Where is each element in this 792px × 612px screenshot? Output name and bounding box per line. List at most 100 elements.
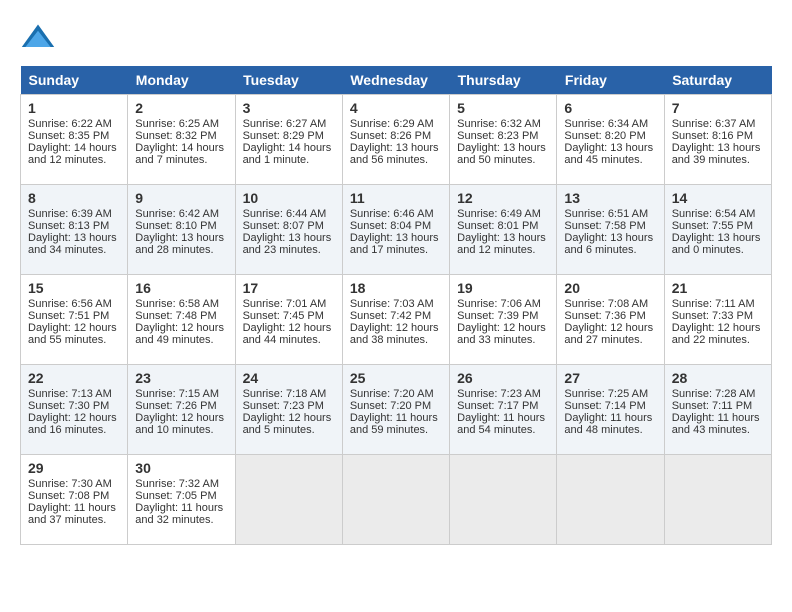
daylight-label: Daylight: 11 hours and 48 minutes. [564, 412, 652, 436]
daylight-label: Daylight: 13 hours and 17 minutes. [350, 232, 439, 256]
sunrise: Sunrise: 7:06 AM [457, 298, 541, 310]
sunset: Sunset: 7:26 PM [135, 400, 216, 412]
calendar-cell: 10Sunrise: 6:44 AMSunset: 8:07 PMDayligh… [235, 185, 342, 275]
sunset: Sunset: 7:42 PM [350, 310, 431, 322]
calendar-cell: 2Sunrise: 6:25 AMSunset: 8:32 PMDaylight… [128, 95, 235, 185]
daylight-label: Daylight: 13 hours and 50 minutes. [457, 142, 546, 166]
daylight-label: Daylight: 12 hours and 55 minutes. [28, 322, 117, 346]
day-number: 14 [672, 190, 764, 206]
week-row: 15Sunrise: 6:56 AMSunset: 7:51 PMDayligh… [21, 275, 772, 365]
sunset: Sunset: 8:04 PM [350, 220, 431, 232]
sunrise: Sunrise: 7:25 AM [564, 388, 648, 400]
calendar-cell: 22Sunrise: 7:13 AMSunset: 7:30 PMDayligh… [21, 365, 128, 455]
calendar-cell: 13Sunrise: 6:51 AMSunset: 7:58 PMDayligh… [557, 185, 664, 275]
sunset: Sunset: 8:13 PM [28, 220, 109, 232]
calendar-cell [235, 455, 342, 545]
sunset: Sunset: 8:35 PM [28, 130, 109, 142]
sunrise: Sunrise: 7:28 AM [672, 388, 756, 400]
daylight-label: Daylight: 11 hours and 37 minutes. [28, 502, 116, 526]
daylight-label: Daylight: 13 hours and 0 minutes. [672, 232, 761, 256]
sunrise: Sunrise: 6:25 AM [135, 118, 219, 130]
calendar-cell: 12Sunrise: 6:49 AMSunset: 8:01 PMDayligh… [450, 185, 557, 275]
sunset: Sunset: 7:30 PM [28, 400, 109, 412]
column-header-monday: Monday [128, 66, 235, 95]
column-header-sunday: Sunday [21, 66, 128, 95]
daylight-label: Daylight: 11 hours and 59 minutes. [350, 412, 438, 436]
sunset: Sunset: 8:07 PM [243, 220, 324, 232]
sunset: Sunset: 7:39 PM [457, 310, 538, 322]
sunset: Sunset: 7:05 PM [135, 490, 216, 502]
calendar-cell: 17Sunrise: 7:01 AMSunset: 7:45 PMDayligh… [235, 275, 342, 365]
sunrise: Sunrise: 7:11 AM [672, 298, 755, 310]
sunrise: Sunrise: 6:39 AM [28, 208, 112, 220]
day-number: 26 [457, 370, 549, 386]
daylight-label: Daylight: 12 hours and 49 minutes. [135, 322, 224, 346]
sunset: Sunset: 7:33 PM [672, 310, 753, 322]
calendar-cell: 6Sunrise: 6:34 AMSunset: 8:20 PMDaylight… [557, 95, 664, 185]
sunset: Sunset: 8:29 PM [243, 130, 324, 142]
sunset: Sunset: 7:08 PM [28, 490, 109, 502]
sunset: Sunset: 7:36 PM [564, 310, 645, 322]
column-headers: SundayMondayTuesdayWednesdayThursdayFrid… [21, 66, 772, 95]
sunset: Sunset: 7:17 PM [457, 400, 538, 412]
sunset: Sunset: 8:01 PM [457, 220, 538, 232]
day-number: 16 [135, 280, 227, 296]
day-number: 29 [28, 460, 120, 476]
day-number: 25 [350, 370, 442, 386]
sunrise: Sunrise: 7:20 AM [350, 388, 434, 400]
sunrise: Sunrise: 7:15 AM [135, 388, 219, 400]
sunrise: Sunrise: 6:27 AM [243, 118, 327, 130]
sunrise: Sunrise: 6:22 AM [28, 118, 112, 130]
sunrise: Sunrise: 6:46 AM [350, 208, 434, 220]
calendar-cell: 15Sunrise: 6:56 AMSunset: 7:51 PMDayligh… [21, 275, 128, 365]
calendar-cell: 25 Sunrise: 7:20 AMSunset: 7:20 PMDayligh… [342, 365, 449, 455]
daylight-label: Daylight: 14 hours and 12 minutes. [28, 142, 117, 166]
calendar-cell: 18Sunrise: 7:03 AMSunset: 7:42 PMDayligh… [342, 275, 449, 365]
daylight-label: Daylight: 13 hours and 12 minutes. [457, 232, 546, 256]
daylight-label: Daylight: 12 hours and 44 minutes. [243, 322, 332, 346]
calendar-cell: 8Sunrise: 6:39 AMSunset: 8:13 PMDaylight… [21, 185, 128, 275]
calendar-cell: 11Sunrise: 6:46 AMSunset: 8:04 PMDayligh… [342, 185, 449, 275]
daylight-label: Daylight: 14 hours and 1 minute. [243, 142, 332, 166]
sunset: Sunset: 8:10 PM [135, 220, 216, 232]
sunrise: Sunrise: 6:44 AM [243, 208, 327, 220]
day-number: 18 [350, 280, 442, 296]
sunset: Sunset: 7:20 PM [350, 400, 431, 412]
daylight-label: Daylight: 12 hours and 10 minutes. [135, 412, 224, 436]
daylight-label: Daylight: 13 hours and 56 minutes. [350, 142, 439, 166]
calendar-cell: 3 Sunrise: 6:27 AMSunset: 8:29 PMDaylight… [235, 95, 342, 185]
daylight-label: Daylight: 13 hours and 28 minutes. [135, 232, 224, 256]
sunset: Sunset: 8:26 PM [350, 130, 431, 142]
sunrise: Sunrise: 6:56 AM [28, 298, 112, 310]
sunset: Sunset: 8:32 PM [135, 130, 216, 142]
day-number: 5 [457, 100, 549, 116]
day-number: 12 [457, 190, 549, 206]
calendar-cell [664, 455, 771, 545]
sunset: Sunset: 7:14 PM [564, 400, 645, 412]
sunset: Sunset: 8:20 PM [564, 130, 645, 142]
calendar-cell [342, 455, 449, 545]
day-number: 6 [564, 100, 656, 116]
calendar-cell: 5Sunrise: 6:32 AMSunset: 8:23 PMDaylight… [450, 95, 557, 185]
sunrise: Sunrise: 6:37 AM [672, 118, 756, 130]
calendar-cell [557, 455, 664, 545]
sunset: Sunset: 8:23 PM [457, 130, 538, 142]
column-header-friday: Friday [557, 66, 664, 95]
day-number: 17 [243, 280, 335, 296]
sunrise: Sunrise: 6:58 AM [135, 298, 219, 310]
logo-icon [20, 20, 56, 56]
sunset: Sunset: 7:45 PM [243, 310, 324, 322]
calendar-table: SundayMondayTuesdayWednesdayThursdayFrid… [20, 66, 772, 545]
sunrise: Sunrise: 6:54 AM [672, 208, 756, 220]
daylight-label: Daylight: 11 hours and 43 minutes. [672, 412, 760, 436]
page-header [20, 20, 772, 56]
day-number: 24 [243, 370, 335, 386]
daylight-label: Daylight: 12 hours and 16 minutes. [28, 412, 117, 436]
sunset: Sunset: 7:58 PM [564, 220, 645, 232]
column-header-thursday: Thursday [450, 66, 557, 95]
sunset: Sunset: 7:11 PM [672, 400, 753, 412]
week-row: 29Sunrise: 7:30 AMSunset: 7:08 PMDayligh… [21, 455, 772, 545]
sunset: Sunset: 8:16 PM [672, 130, 753, 142]
day-number: 13 [564, 190, 656, 206]
day-number: 3 [243, 100, 335, 116]
